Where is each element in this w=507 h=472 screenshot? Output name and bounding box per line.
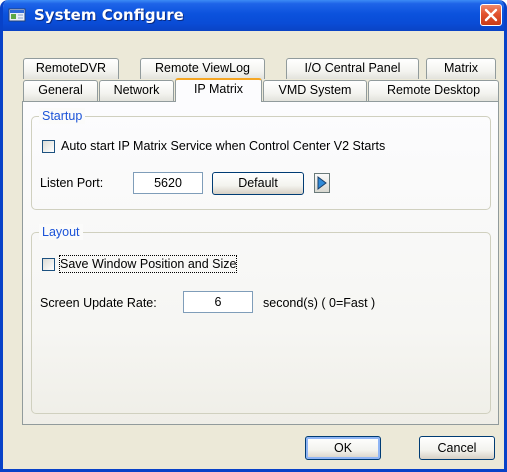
app-window-icon [8, 6, 26, 24]
play-arrow-icon [317, 176, 327, 190]
tab-network[interactable]: Network [99, 80, 174, 101]
save-window-checkbox[interactable] [42, 258, 55, 271]
tab-ip-matrix[interactable]: IP Matrix [175, 78, 262, 102]
default-button[interactable]: Default [212, 172, 304, 195]
tab-general[interactable]: General [23, 80, 98, 101]
tab-remotedvr[interactable]: RemoteDVR [23, 58, 119, 79]
auto-start-checkbox[interactable] [42, 140, 55, 153]
tab-matrix[interactable]: Matrix [426, 58, 496, 79]
update-rate-unit: second(s) ( 0=Fast ) [263, 296, 376, 310]
layout-group-label: Layout [39, 224, 83, 240]
startup-group-label: Startup [39, 108, 86, 124]
tab-vmd-system[interactable]: VMD System [263, 80, 367, 101]
cancel-button[interactable]: Cancel [419, 436, 495, 460]
system-configure-window: System Configure RemoteDVR Remote ViewLo… [0, 0, 507, 472]
update-rate-field[interactable]: 6 [183, 291, 253, 313]
auto-start-label[interactable]: Auto start IP Matrix Service when Contro… [61, 138, 385, 154]
tab-remote-desktop[interactable]: Remote Desktop [368, 80, 499, 101]
close-icon [484, 8, 498, 22]
listen-port-label: Listen Port: [40, 176, 104, 190]
save-window-label[interactable]: Save Window Position and Size [58, 255, 238, 273]
startup-group: Startup [31, 108, 491, 210]
ok-button[interactable]: OK [305, 436, 381, 460]
tab-io-central-panel[interactable]: I/O Central Panel [286, 58, 419, 79]
play-arrow-button[interactable] [314, 173, 330, 193]
update-rate-label: Screen Update Rate: [40, 296, 157, 310]
window-title: System Configure [34, 6, 184, 24]
title-bar[interactable]: System Configure [3, 0, 504, 31]
close-button[interactable] [480, 4, 502, 26]
tab-remote-viewlog[interactable]: Remote ViewLog [140, 58, 265, 79]
tab-content-panel: Startup Auto start IP Matrix Service whe… [22, 101, 499, 425]
listen-port-field[interactable]: 5620 [133, 172, 203, 194]
